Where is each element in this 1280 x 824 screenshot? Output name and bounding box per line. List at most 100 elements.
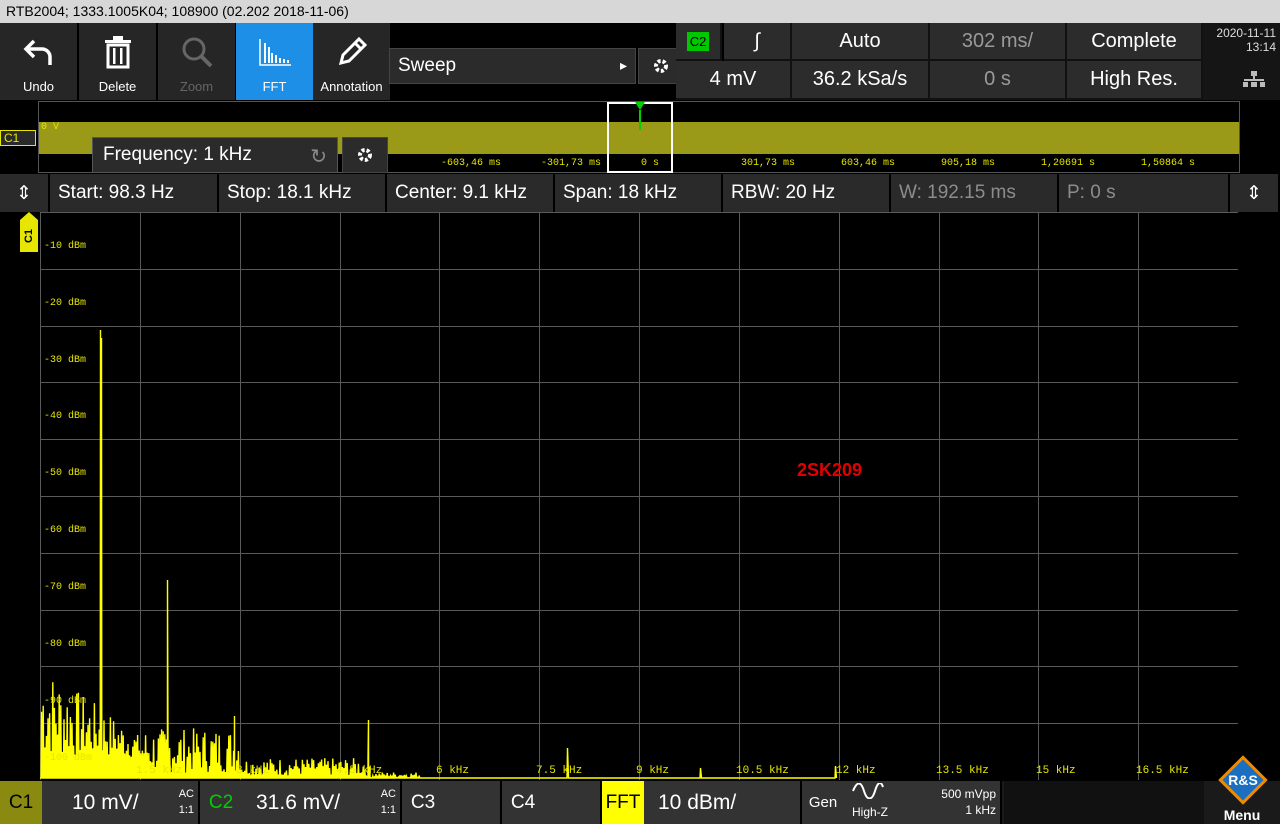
x-tick-label: 16.5 kHz <box>1136 765 1189 777</box>
acquisition-mode[interactable]: High Res. <box>1067 61 1203 100</box>
c1-scale: 10 mV/ <box>72 791 139 814</box>
gen-settings: 500 mVpp 1 kHz <box>941 787 996 817</box>
sweep-menu-item[interactable]: Sweep ▸ <box>389 48 636 84</box>
trigger-source-badge: C2 <box>686 31 710 51</box>
clock-time: 13:14 <box>1245 40 1276 54</box>
scroll-updown-left-button[interactable]: ⇕ <box>0 174 50 212</box>
fft-start[interactable]: Start: 98.3 Hz <box>50 174 219 212</box>
overview-tick: -603,46 ms <box>441 158 502 169</box>
fft-window[interactable]: W: 192.15 ms <box>891 174 1059 212</box>
c2-coupling: AC 1:1 <box>380 788 396 816</box>
overview-tick: 1,50864 s <box>1141 158 1196 169</box>
trigger-source-cell[interactable]: C2 <box>676 23 722 61</box>
overview-tick: 905,18 ms <box>941 158 996 169</box>
y-tick-label: -60 dBm <box>44 525 87 536</box>
channel-c4-button[interactable]: C4 <box>502 781 602 824</box>
network-icon <box>1242 71 1266 90</box>
overview-tick: 1,20691 s <box>1041 158 1096 169</box>
overview-channel-tag: C1 <box>0 130 36 146</box>
zoom-button[interactable]: Zoom <box>158 23 235 100</box>
menu-button[interactable]: R&S Menu <box>1204 747 1280 824</box>
channel-tag-label: C1 <box>23 228 36 244</box>
delete-label: Delete <box>98 79 137 94</box>
updown-arrows-icon: ⇕ <box>16 183 32 204</box>
annotation-button[interactable]: Annotation <box>313 23 390 100</box>
undo-label: Undo <box>22 79 55 94</box>
sweep-label: Sweep <box>398 55 457 76</box>
bottom-empty-slot <box>1004 781 1204 824</box>
sample-rate: 36.2 kSa/s <box>792 61 930 100</box>
y-tick-label: -90 dBm <box>44 696 87 707</box>
y-tick-label: -80 dBm <box>44 639 87 650</box>
delete-button[interactable]: Delete <box>79 23 156 100</box>
chevron-right-icon: ▸ <box>619 57 627 73</box>
clock-date: 2020-11-11 <box>1216 26 1276 40</box>
trash-icon <box>79 29 156 75</box>
overview-tick: 301,73 ms <box>741 158 796 169</box>
c1-coupling: AC 1:1 <box>178 788 194 816</box>
menu-label: Menu <box>1223 807 1261 823</box>
rising-edge-icon: ∫ <box>754 29 760 52</box>
y-tick-label: -30 dBm <box>44 355 87 366</box>
trigger-slope-button[interactable]: ∫ <box>724 23 792 61</box>
fft-rbw[interactable]: RBW: 20 Hz <box>723 174 891 212</box>
gear-icon <box>358 148 372 162</box>
channel-tag-c1[interactable]: C1 <box>20 212 38 252</box>
plot-grid <box>40 212 1238 780</box>
fft-position[interactable]: P: 0 s <box>1059 174 1230 212</box>
x-tick-label: 13.5 kHz <box>936 765 989 777</box>
x-tick-label: 1.5 kHz <box>136 765 183 777</box>
window-title: RTB2004; 1333.1005K04; 108900 (02.202 20… <box>0 0 1280 23</box>
frequency-settings-button[interactable] <box>342 137 388 173</box>
overview-tick: -301,73 ms <box>541 158 602 169</box>
c4-tag: C4 <box>510 791 536 813</box>
gen-load: High-Z <box>852 805 889 819</box>
generator-button[interactable]: Gen High-Z 500 mVpp 1 kHz <box>802 781 1002 824</box>
acquisition-state[interactable]: Complete <box>1067 23 1203 61</box>
c3-tag: C3 <box>410 791 436 813</box>
channel-c3-button[interactable]: C3 <box>402 781 502 824</box>
trigger-marker-icon <box>635 102 645 137</box>
fft-label: FFT <box>262 79 287 94</box>
fft-center[interactable]: Center: 9.1 kHz <box>387 174 555 212</box>
x-tick-label: 4.5 kHz <box>336 765 383 777</box>
y-tick-label: -70 dBm <box>44 582 87 593</box>
scroll-updown-right-button[interactable]: ⇕ <box>1230 174 1280 212</box>
horizontal-position[interactable]: 0 s <box>930 61 1067 100</box>
frequency-popup[interactable]: Frequency: 1 kHz ↻ <box>92 137 338 173</box>
undo-icon <box>0 29 77 75</box>
c2-tag: C2 <box>208 791 234 813</box>
timebase-scale[interactable]: 302 ms/ <box>930 23 1067 61</box>
overview-zero-label: 0 V <box>41 122 60 133</box>
annotation-label: Annotation <box>320 79 383 94</box>
y-tick-label: -20 dBm <box>44 298 87 309</box>
x-tick-label: 3 kHz <box>236 765 270 777</box>
c2-scale: 31.6 mV/ <box>256 791 341 814</box>
annotation-text[interactable]: 2SK209 <box>797 460 862 481</box>
c1-tag: C1 <box>0 781 42 824</box>
trigger-level[interactable]: 4 mV <box>676 61 792 100</box>
updown-arrows-icon: ⇕ <box>1246 183 1262 204</box>
trigger-mode[interactable]: Auto <box>792 23 930 61</box>
y-tick-label: -10 dBm <box>44 241 87 252</box>
x-tick-label: 6 kHz <box>436 765 470 777</box>
x-tick-label: 7.5 kHz <box>536 765 583 777</box>
channel-c1-button[interactable]: C1 10 mV/ AC 1:1 <box>0 781 200 824</box>
fft-tag: FFT <box>602 781 644 824</box>
channel-c2-button[interactable]: C2 31.6 mV/ AC 1:1 <box>200 781 402 824</box>
clock: 2020-11-11 13:14 <box>1203 23 1280 100</box>
x-tick-label: 9 kHz <box>636 765 670 777</box>
fft-button[interactable]: FFT <box>236 23 313 100</box>
rs-logo-icon: R&S <box>1216 753 1270 812</box>
fft-span[interactable]: Span: 18 kHz <box>555 174 723 212</box>
y-tick-label: -50 dBm <box>44 468 87 479</box>
y-tick-label: -100 dBm <box>44 753 93 764</box>
pencil-icon <box>313 29 390 75</box>
reset-icon[interactable]: ↻ <box>310 144 327 169</box>
fft-icon <box>236 29 313 75</box>
spectrum-plot[interactable] <box>40 212 1238 780</box>
fft-scale-button[interactable]: FFT 10 dBm/ <box>602 781 802 824</box>
fft-stop[interactable]: Stop: 18.1 kHz <box>219 174 387 212</box>
undo-button[interactable]: Undo <box>0 23 77 100</box>
gear-icon <box>654 59 668 73</box>
